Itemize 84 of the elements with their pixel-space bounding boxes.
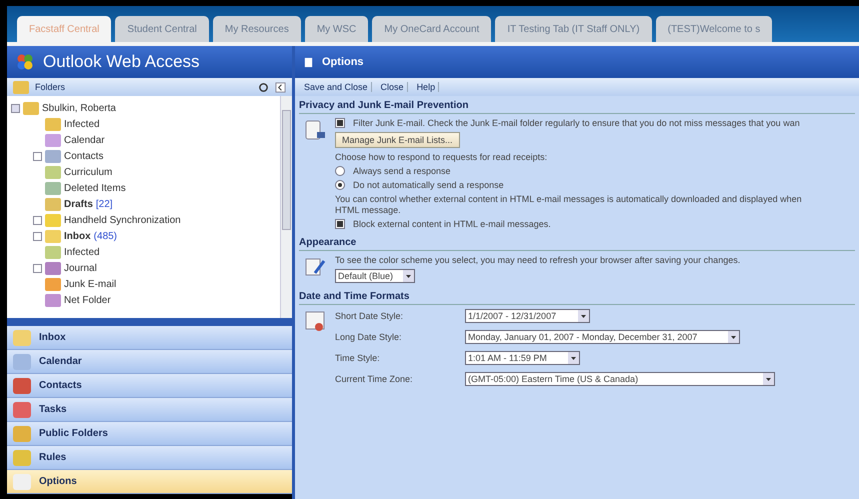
folder-icon	[45, 198, 61, 210]
nav-icon	[13, 474, 31, 490]
toolbar-button[interactable]: Save and Close	[301, 82, 372, 92]
nav-icon	[13, 378, 31, 394]
folder-name[interactable]: Inbox	[64, 230, 91, 242]
folder-name[interactable]: Curriculum	[64, 166, 112, 178]
field-label: Long Date Style:	[335, 332, 403, 342]
unread-count: (485)	[94, 230, 118, 242]
folder-icon	[45, 118, 61, 130]
folder-name[interactable]: Junk E-mail	[64, 278, 116, 290]
nav-icon	[13, 330, 31, 346]
format-select[interactable]: Monday, January 01, 2007 - Monday, December 31, 2007	[465, 330, 740, 344]
nav-button[interactable]: Contacts	[7, 374, 292, 398]
folder-icon	[13, 80, 29, 94]
folder-icon	[45, 214, 61, 226]
folder-icon	[23, 102, 39, 114]
nav-button[interactable]: Options	[7, 470, 292, 494]
expand-toggle[interactable]	[33, 264, 42, 272]
scrollbar[interactable]	[280, 96, 292, 318]
app-title: Outlook Web Access	[43, 52, 200, 72]
folder-icon	[45, 278, 61, 290]
section-title: Date and Time Formats	[299, 289, 855, 305]
nav-button[interactable]: Rules	[7, 446, 292, 470]
manage-lists-button[interactable]: Manage Junk E-mail Lists...	[335, 132, 460, 148]
section-title: Appearance	[299, 235, 855, 251]
format-select[interactable]: 1:01 AM - 11:59 PM	[465, 351, 580, 365]
checkbox-label: Filter Junk E-mail. Check the Junk E-mail folder regularly to ensure that you do not miss messages that you wan	[353, 118, 800, 128]
color-scheme-select[interactable]: Default (Blue)	[335, 269, 415, 283]
folder-name[interactable]: Net Folder	[64, 294, 111, 306]
unread-count: [22]	[96, 198, 113, 210]
nav-button[interactable]: Calendar	[7, 350, 292, 374]
refresh-icon[interactable]	[258, 82, 269, 92]
format-select[interactable]: (GMT-05:00) Eastern Time (US & Canada)	[465, 372, 775, 386]
folder-name[interactable]: Journal	[64, 262, 97, 274]
nav-icon	[13, 450, 31, 466]
field-label: Short Date Style:	[335, 311, 404, 321]
format-select[interactable]: 1/1/2007 - 12/31/2007	[465, 309, 590, 323]
checkbox-label: Block external content in HTML e-mail messages.	[353, 219, 551, 229]
folder-icon	[45, 246, 61, 258]
radio-label: Do not automatically send a response	[353, 180, 504, 190]
folder-icon	[45, 182, 61, 194]
folder-name[interactable]: Infected	[64, 118, 100, 130]
field-label: Current Time Zone:	[335, 374, 414, 384]
folder-icon	[45, 134, 61, 146]
radio-button[interactable]	[335, 180, 345, 190]
page-icon	[303, 56, 314, 68]
note-text: HTML message.	[335, 205, 402, 215]
nav-button[interactable]: Inbox	[7, 326, 292, 350]
nav-icon	[13, 402, 31, 418]
nav-icon	[13, 354, 31, 370]
collapse-icon[interactable]	[275, 82, 286, 92]
folder-name[interactable]: Calendar	[64, 134, 105, 146]
radio-label: Always send a response	[353, 166, 451, 176]
folder-icon	[45, 166, 61, 178]
folder-name[interactable]: Deleted Items	[64, 182, 126, 194]
folders-title: Folders	[35, 82, 66, 92]
folder-icon	[45, 230, 61, 242]
section-title: Privacy and Junk E-mail Prevention	[299, 98, 855, 114]
page-title: Options	[322, 56, 364, 68]
expand-toggle[interactable]	[33, 232, 42, 240]
folder-name[interactable]: Sbulkin, Roberta	[42, 102, 116, 114]
toolbar-button[interactable]: Close	[378, 82, 408, 92]
radio-button[interactable]	[335, 166, 345, 176]
folder-name[interactable]: Handheld Synchronization	[64, 214, 181, 226]
folder-icon	[45, 294, 61, 306]
checkbox[interactable]	[335, 219, 345, 229]
folder-icon	[45, 150, 61, 162]
logo-icon	[15, 52, 35, 72]
folder-name[interactable]: Contacts	[64, 150, 104, 162]
note-text: You can control whether external content in HTML e-mail messages is automatically downloaded and displayed when	[335, 194, 802, 204]
expand-toggle[interactable]	[33, 152, 42, 160]
note-text: To see the color scheme you select, you may need to refresh your browser after saving your changes.	[335, 255, 740, 265]
expand-toggle[interactable]	[11, 104, 20, 112]
nav-icon	[13, 426, 31, 442]
toolbar-button[interactable]: Help	[414, 82, 440, 92]
checkbox[interactable]	[335, 118, 345, 128]
nav-button[interactable]: Public Folders	[7, 422, 292, 446]
field-label: Time Style:	[335, 353, 381, 363]
folder-icon	[45, 262, 61, 274]
nav-button[interactable]: Tasks	[7, 398, 292, 422]
folder-name[interactable]: Infected	[64, 246, 100, 258]
folder-name[interactable]: Drafts	[64, 198, 93, 210]
prompt-text: Choose how to respond to requests for read receipts:	[335, 152, 548, 162]
expand-toggle[interactable]	[33, 216, 42, 224]
